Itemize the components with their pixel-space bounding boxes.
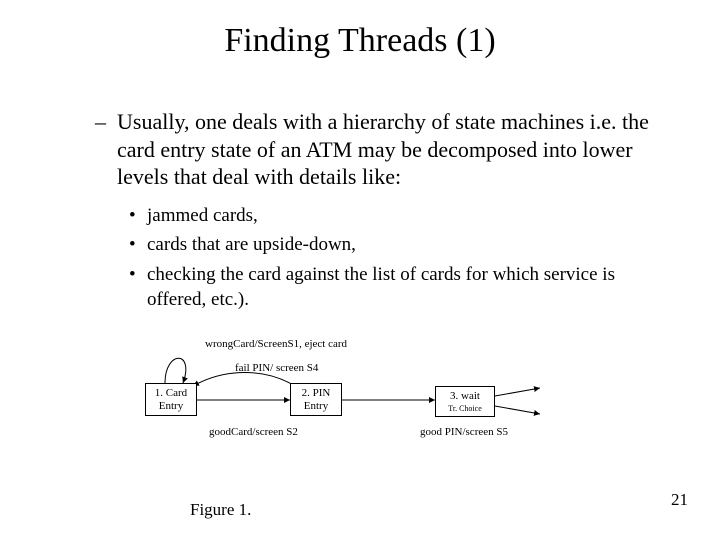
- sub-bullet: • jammed cards,: [129, 203, 660, 229]
- state1-l2: Entry: [159, 400, 183, 412]
- sub-bullet: • checking the card against the list of …: [129, 262, 660, 313]
- state1-l1: 1. Card: [155, 387, 187, 399]
- state-pin-entry: 2. PIN Entry: [290, 383, 342, 416]
- bullet-dot-icon: •: [129, 232, 136, 258]
- sub-b: cards that are upside-down,: [147, 234, 356, 255]
- state-wait: 3. wait Tr. Choice: [435, 386, 495, 417]
- bullet-dot-icon: •: [129, 262, 136, 288]
- state-card-entry: 1. Card Entry: [145, 383, 197, 416]
- state-diagram: 1. Card Entry 2. PIN Entry 3. wait Tr. C…: [145, 338, 575, 463]
- label-good-card: goodCard/screen S2: [209, 426, 298, 439]
- sub-bullets: • jammed cards, • cards that are upside-…: [129, 203, 660, 314]
- state2-l1: 2. PIN: [302, 387, 331, 399]
- sub-c: checking the card against the list of ca…: [147, 264, 615, 311]
- state2-l2: Entry: [304, 400, 328, 412]
- bullet1-text: Usually, one deals with a hierarchy of s…: [117, 109, 649, 189]
- figure-caption: Figure 1.: [190, 500, 251, 520]
- slide-title: Finding Threads (1): [0, 22, 720, 60]
- bullet-level1: – Usually, one deals with a hierarchy of…: [95, 108, 660, 191]
- diagram-arrows: [145, 338, 575, 463]
- page-number: 21: [671, 490, 688, 510]
- label-fail-pin: fail PIN/ screen S4: [235, 362, 318, 375]
- sub-a: jammed cards,: [147, 205, 258, 226]
- state3-sub: Tr. Choice: [440, 404, 490, 413]
- sub-bullet: • cards that are upside-down,: [129, 232, 660, 258]
- dash-icon: –: [95, 108, 106, 136]
- label-wrong-card: wrongCard/ScreenS1, eject card: [205, 338, 347, 351]
- label-good-pin: good PIN/screen S5: [420, 426, 508, 439]
- slide-body: – Usually, one deals with a hierarchy of…: [95, 108, 660, 317]
- bullet-dot-icon: •: [129, 203, 136, 229]
- state3-l1: 3. wait: [450, 390, 480, 402]
